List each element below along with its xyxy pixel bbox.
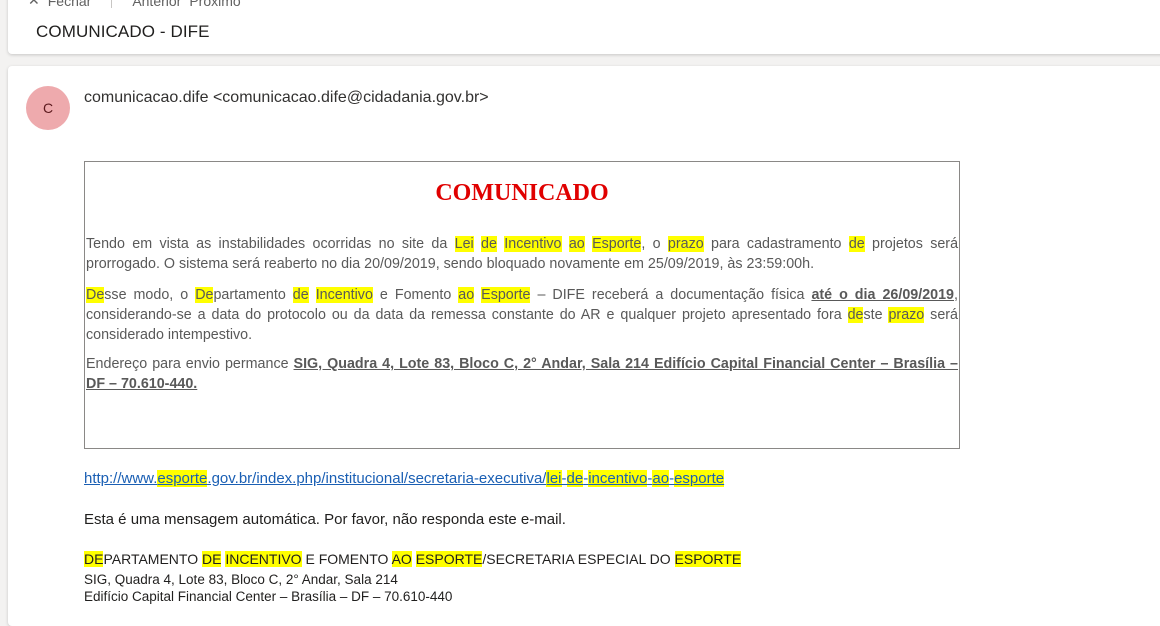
previous-button[interactable]: Anterior — [132, 0, 181, 9]
next-button[interactable]: Próximo — [189, 0, 240, 9]
notice-paragraph-2: Desse modo, o Departamento de Incentivo … — [86, 287, 958, 343]
notice-paragraph-1: Tendo em vista as instabilidades ocorrid… — [86, 236, 959, 272]
esporte-link[interactable]: http://www.esporte.gov.br/index.php/inst… — [84, 470, 725, 487]
sender-avatar[interactable]: C — [26, 86, 70, 130]
close-button[interactable]: Fechar — [48, 0, 92, 9]
notice-paragraph-3: Endereço para envio permance SIG, Quadra… — [86, 356, 958, 392]
sender-address[interactable]: comunicacao.dife <comunicacao.dife@cidad… — [84, 89, 489, 107]
notice-box: COMUNICADO Tendo em vista as instabilida… — [84, 161, 960, 449]
notice-title: COMUNICADO — [435, 180, 609, 206]
close-icon[interactable]: ✕ — [28, 0, 40, 9]
signature-address-line-1: SIG, Quadra 4, Lote 83, Bloco C, 2° Anda… — [84, 572, 398, 587]
email-subject: COMUNICADO - DIFE — [36, 22, 210, 41]
top-toolbar: ✕ Fechar Anterior Próximo — [28, 0, 241, 9]
auto-message: Esta é uma mensagem automática. Por favo… — [84, 511, 566, 528]
toolbar-divider — [111, 0, 113, 8]
signature-address-line-2: Edifício Capital Financial Center – Bras… — [84, 589, 453, 604]
signature-department: DEPARTAMENTO DE INCENTIVO E FOMENTO AO E… — [84, 551, 742, 567]
